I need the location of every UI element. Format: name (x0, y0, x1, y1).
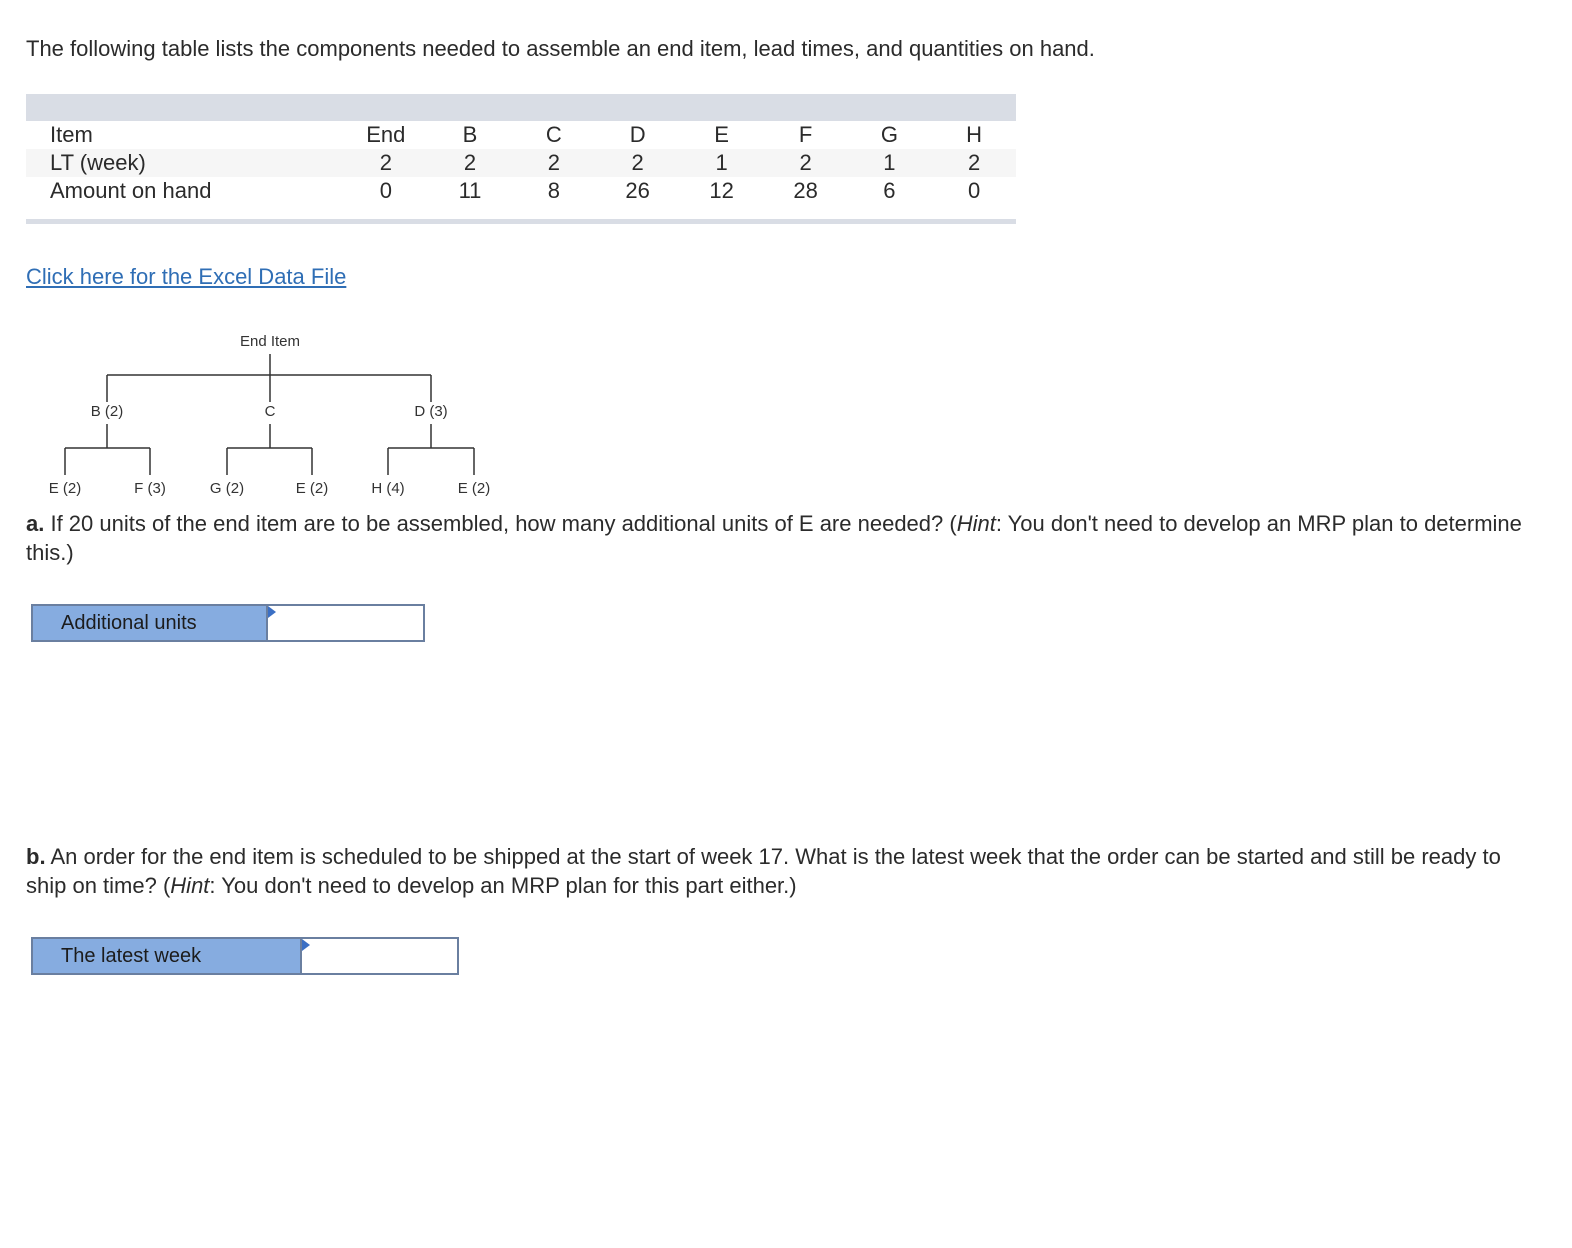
cell: G (880, 122, 898, 147)
cell: 26 (625, 178, 650, 203)
tree-node-e-under-c: E (2) (295, 480, 329, 497)
question-a-text: If 20 units of the end item are to be as… (44, 511, 957, 536)
question-b-hint: Hint (170, 873, 210, 898)
latest-week-label: The latest week (31, 937, 300, 975)
cell: 12 (709, 178, 734, 203)
cell: 0 (968, 178, 981, 203)
product-structure-tree: End Item B (2) C D (3) E (2) F (3) G (2)… (30, 320, 510, 510)
intro-text: The following table lists the components… (26, 36, 1095, 61)
cell: 6 (883, 178, 896, 203)
question-a-hint: Hint (956, 511, 996, 536)
answer-row-a: Additional units (31, 604, 425, 642)
cell: 2 (932, 149, 1016, 177)
tree-node-e-under-b: E (2) (48, 480, 82, 497)
table-row-lt: LT (week) 2 2 2 2 1 2 1 2 (26, 149, 1016, 177)
tree-node-d: D (3) (414, 403, 448, 420)
answer-row-b: The latest week (31, 937, 459, 975)
tree-node-e-under-d: E (2) (457, 480, 491, 497)
cell: 1 (846, 149, 933, 177)
input-flag-icon (302, 939, 310, 951)
row-label: Amount on hand (50, 178, 212, 203)
latest-week-input[interactable] (300, 937, 459, 975)
cell: 2 (342, 149, 430, 177)
question-b: b. An order for the end item is schedule… (26, 842, 1526, 900)
cell: 11 (458, 178, 482, 203)
input-flag-icon (268, 606, 276, 618)
question-a-prefix: a. (26, 511, 45, 536)
cell: 8 (547, 178, 560, 203)
cell: 0 (379, 178, 392, 203)
components-table: Item End B C D E F G H LT (week) 2 2 2 2… (26, 94, 1016, 224)
cell: 1 (678, 149, 765, 177)
table-row-item: Item End B C D E F G H (26, 121, 1016, 149)
cell: 2 (429, 149, 511, 177)
tree-node-c: C (264, 403, 276, 420)
cell: End (366, 122, 406, 147)
cell: 2 (764, 149, 847, 177)
table-footer-bar (26, 219, 1016, 224)
tree-node-end-item: End Item (239, 333, 301, 350)
additional-units-input[interactable] (266, 604, 425, 642)
question-b-text-end: : You don't need to develop an MRP plan … (209, 873, 797, 898)
question-b-prefix: b. (26, 844, 46, 869)
table-row-on-hand: Amount on hand 0 11 8 26 12 28 6 0 (26, 177, 1016, 205)
cell: F (798, 122, 813, 147)
cell: 2 (511, 149, 597, 177)
excel-data-file-link[interactable]: Click here for the Excel Data File (26, 264, 346, 290)
cell: 28 (793, 178, 818, 203)
cell: C (545, 122, 562, 147)
cell: D (629, 122, 646, 147)
cell: 2 (596, 149, 679, 177)
table-header-bar (26, 94, 1016, 121)
tree-node-f: F (3) (134, 480, 166, 497)
cell: H (966, 122, 983, 147)
question-a: a. If 20 units of the end item are to be… (26, 509, 1526, 567)
cell: E (714, 122, 729, 147)
additional-units-label: Additional units (31, 604, 266, 642)
tree-node-g: G (2) (209, 480, 245, 497)
cell: B (462, 122, 478, 147)
tree-node-b: B (2) (90, 403, 124, 420)
tree-node-h: H (4) (371, 480, 405, 497)
row-label: Item (50, 122, 93, 147)
row-label: LT (week) (26, 149, 343, 177)
